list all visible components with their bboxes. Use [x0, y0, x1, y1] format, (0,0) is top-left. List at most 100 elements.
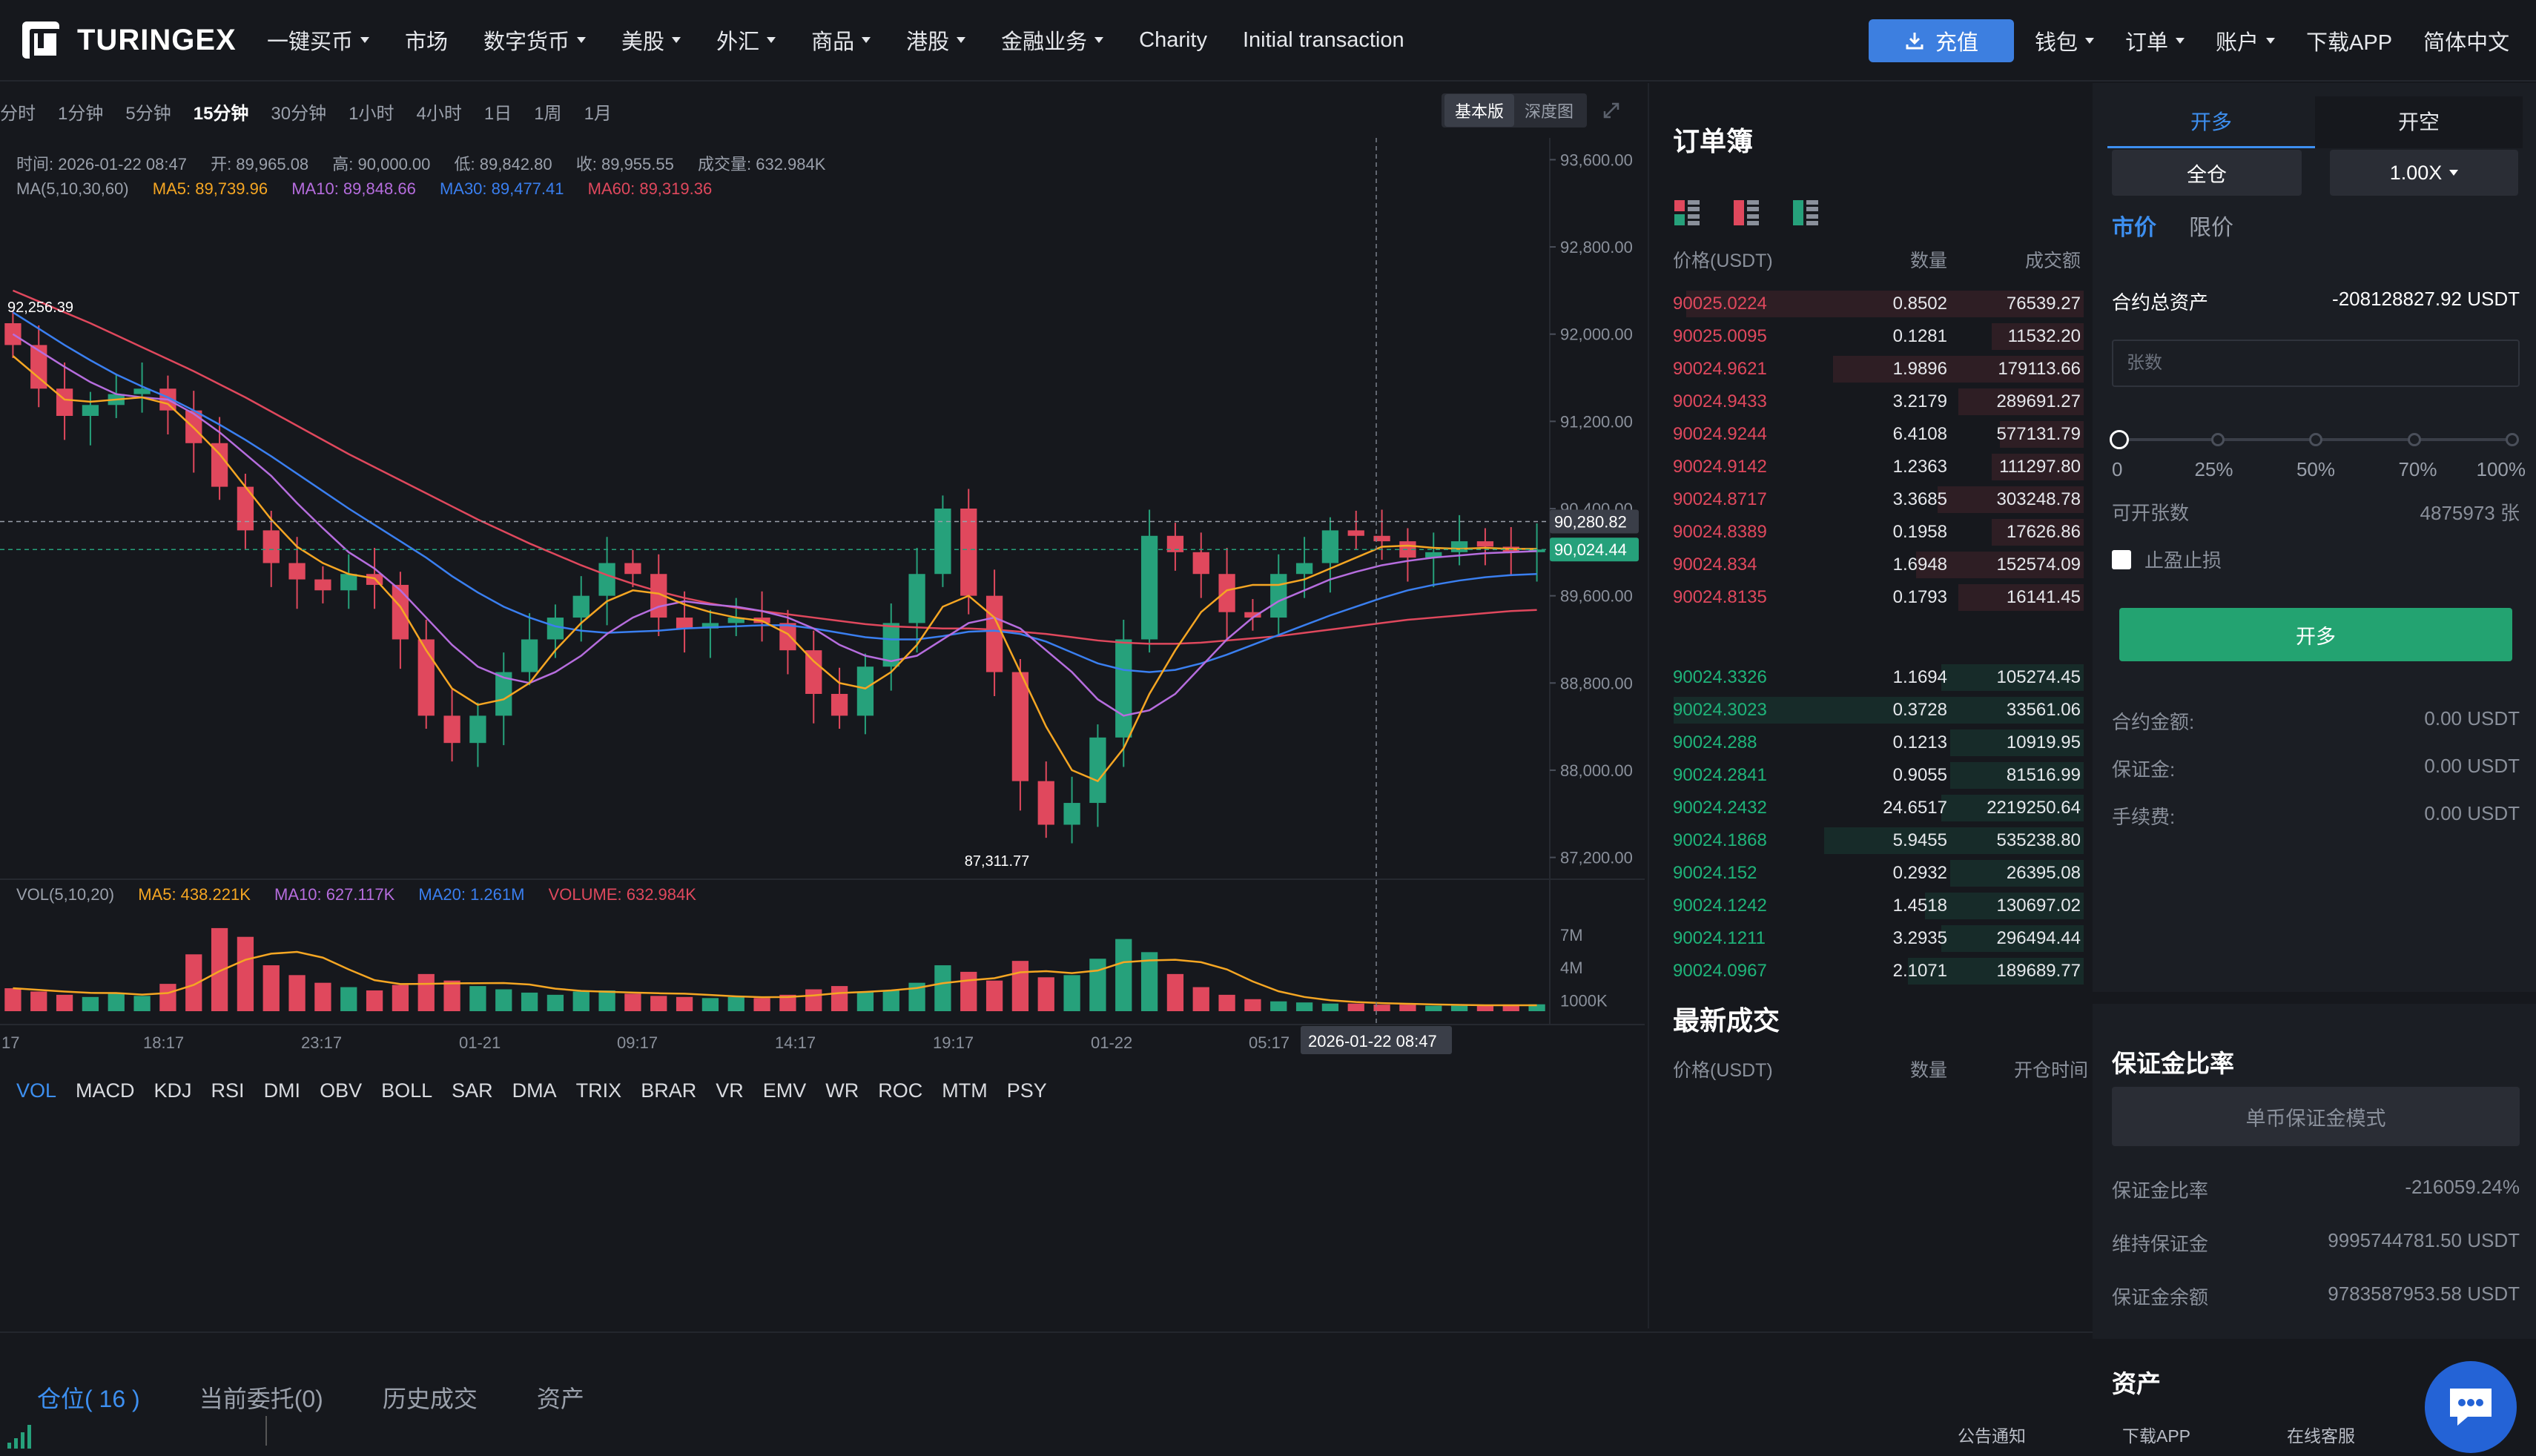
nav-forex[interactable]: 外汇: [716, 24, 776, 56]
nav-market[interactable]: 市场: [405, 24, 448, 56]
ask-row[interactable]: 90025.0224 0.8502 76539.27: [1673, 288, 2091, 320]
nav-initial-transaction[interactable]: Initial transaction: [1243, 28, 1404, 53]
nav-crypto[interactable]: 数字货币: [483, 24, 587, 56]
indicator-tab-wr[interactable]: WR: [825, 1079, 859, 1102]
ask-row[interactable]: 90024.834 1.6948 152574.09: [1673, 549, 2091, 581]
indicator-tab-dmi[interactable]: DMI: [264, 1079, 301, 1102]
candle-body: [1321, 530, 1339, 563]
slider-stop[interactable]: [2407, 433, 2421, 446]
indicator-tab-boll[interactable]: BOLL: [381, 1079, 432, 1102]
nav-language[interactable]: 简体中文: [2423, 25, 2509, 56]
timeframe-option[interactable]: 4小时: [416, 99, 461, 125]
nav-wallet[interactable]: 钱包: [2035, 25, 2095, 56]
view-basic-button[interactable]: 基本版: [1444, 94, 1515, 127]
timeframe-option[interactable]: 1周: [534, 99, 561, 125]
indicator-tab-obv[interactable]: OBV: [320, 1079, 362, 1102]
quantity-input[interactable]: [2112, 340, 2520, 387]
ask-row[interactable]: 90024.9244 6.4108 577131.79: [1673, 418, 2091, 451]
footer-download-link[interactable]: 下载APP: [2122, 1422, 2190, 1447]
nav-charity[interactable]: Charity: [1139, 28, 1207, 53]
tab-trade-history[interactable]: 历史成交: [383, 1380, 478, 1414]
indicator-tab-rsi[interactable]: RSI: [211, 1079, 245, 1102]
nav-orders[interactable]: 订单: [2125, 25, 2185, 56]
bid-row[interactable]: 90024.288 0.1213 10919.95: [1673, 727, 2091, 759]
tab-open-orders[interactable]: 当前委托(0): [199, 1380, 323, 1414]
timeframe-option[interactable]: 1月: [584, 99, 612, 125]
tab-open-long[interactable]: 开多: [2107, 96, 2315, 148]
bid-row[interactable]: 90024.1211 3.2935 296494.44: [1673, 922, 2091, 955]
nav-hk-stocks[interactable]: 港股: [906, 24, 966, 56]
candle-body: [831, 694, 848, 716]
recent-trades-header: 价格(USDT) 数量 开仓时间: [1673, 1056, 2088, 1082]
bid-row[interactable]: 90024.3326 1.1694 105274.45: [1673, 661, 2091, 694]
slider-stop[interactable]: [2110, 430, 2129, 449]
nav-quick-buy[interactable]: 一键买币: [267, 24, 370, 56]
tab-limit-order[interactable]: 限价: [2189, 209, 2233, 242]
timeframe-option[interactable]: 1小时: [349, 99, 394, 125]
indicator-tab-psy[interactable]: PSY: [1007, 1079, 1047, 1102]
slider-stop[interactable]: [2210, 433, 2225, 446]
ask-row[interactable]: 90024.8135 0.1793 16141.45: [1673, 581, 2091, 614]
ask-row[interactable]: 90024.9142 1.2363 111297.80: [1673, 451, 2091, 483]
brand[interactable]: TURINGEX: [22, 21, 267, 60]
candlestick-chart[interactable]: 93,600.0092,800.0092,000.0091,200.0090,4…: [0, 138, 1645, 1131]
tab-positions[interactable]: 仓位( 16 ): [37, 1380, 140, 1414]
tab-assets[interactable]: 资产: [537, 1380, 584, 1414]
sltp-checkbox[interactable]: [2112, 549, 2131, 569]
nav-financial[interactable]: 金融业务: [1001, 24, 1104, 56]
ask-row[interactable]: 90024.9433 3.2179 289691.27: [1673, 385, 2091, 418]
bid-row[interactable]: 90024.2841 0.9055 81516.99: [1673, 759, 2091, 792]
timeframe-option[interactable]: 1日: [484, 99, 512, 125]
view-depth-button[interactable]: 深度图: [1514, 94, 1584, 127]
indicator-tab-vr[interactable]: VR: [716, 1079, 744, 1102]
single-margin-mode-button[interactable]: 单币保证金模式: [2112, 1087, 2520, 1146]
bid-row[interactable]: 90024.152 0.2932 26395.08: [1673, 857, 2091, 890]
bids-only-icon[interactable]: [1792, 199, 1820, 227]
slider-stop[interactable]: [2506, 433, 2519, 446]
position-size-slider[interactable]: [2110, 428, 2520, 451]
indicator-tab-dma[interactable]: DMA: [512, 1079, 557, 1102]
bid-row[interactable]: 90024.1868 5.9455 535238.80: [1673, 824, 2091, 857]
indicator-tab-brar[interactable]: BRAR: [641, 1079, 696, 1102]
margin-mode-select[interactable]: 全仓: [2112, 150, 2302, 196]
stop-loss-take-profit[interactable]: 止盈止损: [2112, 546, 2222, 573]
indicator-tab-mtm[interactable]: MTM: [942, 1079, 987, 1102]
deposit-button[interactable]: 充值: [1869, 19, 2014, 62]
tab-market-order[interactable]: 市价: [2112, 209, 2156, 242]
nav-us-stocks[interactable]: 美股: [621, 24, 681, 56]
asks-only-icon[interactable]: [1732, 199, 1760, 227]
indicator-tab-kdj[interactable]: KDJ: [154, 1079, 192, 1102]
timeframe-option-active[interactable]: 15分钟: [194, 99, 249, 125]
footer-support-link[interactable]: 在线客服: [2287, 1422, 2355, 1447]
timeframe-option[interactable]: 分时: [0, 99, 36, 125]
leverage-select[interactable]: 1.00X: [2330, 150, 2518, 196]
tab-open-short[interactable]: 开空: [2315, 96, 2523, 148]
nav-account[interactable]: 账户: [2216, 25, 2276, 56]
ask-row[interactable]: 90025.0095 0.1281 11532.20: [1673, 320, 2091, 353]
footer-announcements-link[interactable]: 公告通知: [1958, 1422, 2026, 1447]
bid-row[interactable]: 90024.2432 24.6517 2219250.64: [1673, 792, 2091, 824]
fullscreen-icon[interactable]: [1600, 99, 1622, 122]
indicator-tab-roc[interactable]: ROC: [878, 1079, 922, 1102]
nav-download-app[interactable]: 下载APP: [2306, 25, 2392, 56]
indicator-tab-sar[interactable]: SAR: [452, 1079, 493, 1102]
indicator-tab-trix[interactable]: TRIX: [576, 1079, 622, 1102]
indicator-tab-vol[interactable]: VOL: [16, 1079, 56, 1102]
timeframe-option[interactable]: 5分钟: [125, 99, 171, 125]
nav-commodities[interactable]: 商品: [811, 24, 871, 56]
timeframe-option[interactable]: 30分钟: [271, 99, 326, 125]
timeframe-option[interactable]: 1分钟: [58, 99, 103, 125]
bid-row[interactable]: 90024.1242 1.4518 130697.02: [1673, 890, 2091, 922]
open-long-button[interactable]: 开多: [2119, 608, 2512, 661]
both-sides-icon[interactable]: [1673, 199, 1701, 227]
bid-row[interactable]: 90024.3023 0.3728 33561.06: [1673, 694, 2091, 727]
chat-support-button[interactable]: [2425, 1361, 2517, 1453]
ask-row[interactable]: 90024.8389 0.1958 17626.86: [1673, 516, 2091, 549]
slider-stop[interactable]: [2309, 433, 2322, 446]
indicator-tab-emv[interactable]: EMV: [763, 1079, 807, 1102]
ask-row[interactable]: 90024.9621 1.9896 179113.66: [1673, 353, 2091, 385]
ask-amount: 289691.27: [1996, 391, 2081, 411]
ask-row[interactable]: 90024.8717 3.3685 303248.78: [1673, 483, 2091, 516]
indicator-tab-macd[interactable]: MACD: [76, 1079, 135, 1102]
bid-row[interactable]: 90024.0967 2.1071 189689.77: [1673, 955, 2091, 987]
